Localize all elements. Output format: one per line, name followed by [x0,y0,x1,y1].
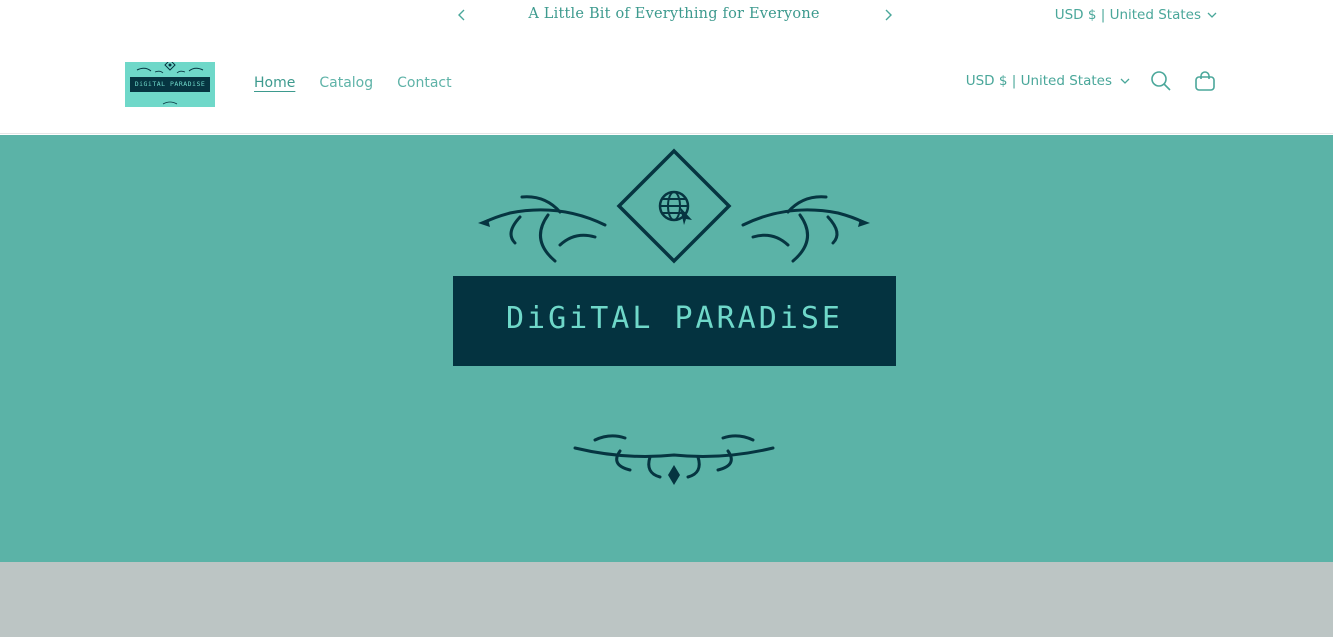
hero-brand-text: DiGiTAL PARADiSE [506,301,843,336]
globe-cursor-icon [658,190,692,225]
site-logo[interactable]: DiGiTAL PARADiSE [125,62,215,107]
chevron-left-icon[interactable] [454,7,470,23]
nav-home[interactable]: Home [254,75,295,91]
logo-text: DiGiTAL PARADiSE [134,80,206,88]
chevron-right-icon[interactable] [880,7,896,23]
announcement-locale-label: USD $ | United States [1054,7,1201,23]
nav-catalog[interactable]: Catalog [319,75,373,91]
main-nav: Home Catalog Contact [254,75,452,91]
announcement-bar: A Little Bit of Everything for Everyone … [0,0,1333,32]
search-icon[interactable] [1148,68,1174,94]
announcement-locale-selector[interactable]: USD $ | United States [1055,7,1217,23]
header-locale-selector[interactable]: USD $ | United States [966,73,1130,89]
nav-contact[interactable]: Contact [397,75,451,91]
announcement-message: A Little Bit of Everything for Everyone [528,6,820,22]
hero-banner: DiGiTAL PARADiSE [0,135,1333,562]
chevron-down-icon [1207,12,1217,18]
cart-icon[interactable] [1192,68,1218,94]
site-header: DiGiTAL PARADiSE Home Catalog Contact US… [0,32,1333,134]
lower-section [0,562,1333,637]
header-locale-label: USD $ | United States [965,73,1112,89]
header-actions: USD $ | United States [966,68,1218,94]
chevron-down-icon [1120,78,1130,84]
